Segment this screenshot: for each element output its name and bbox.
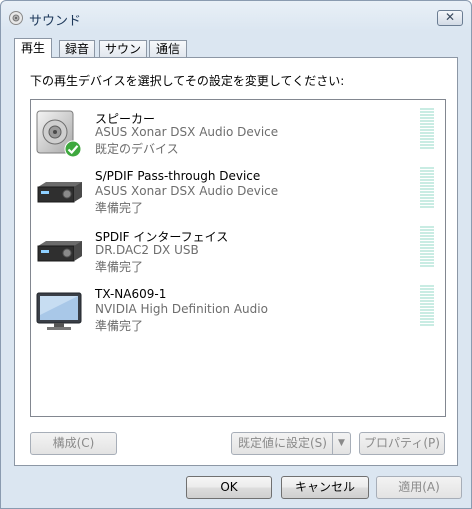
close-button[interactable]: ✕ [437,10,463,26]
tab-recording[interactable]: 録音 [59,40,95,57]
tab-sounds[interactable]: サウンド [99,40,147,72]
device-status: 準備完了 [95,201,144,215]
check-icon [64,140,82,158]
sound-icon [9,11,23,25]
playback-panel: 下の再生デバイスを選択してその設定を変更してください: スピーカー ASUS X… [14,57,458,466]
device-name: S/PDIF Pass-through Device [95,169,261,183]
receiver-icon [37,182,82,203]
volume-meter [420,108,434,150]
device-status: 既定のデバイス [95,142,179,156]
list-item[interactable]: TX-NA609-1 NVIDIA High Definition Audio … [31,281,445,339]
list-item[interactable]: S/PDIF Pass-through Device ASUS Xonar DS… [31,163,445,221]
sound-dialog: サウンド ✕ 再生 録音 サウンド 通信 下の再生デバイスを選択してその設定を変… [0,0,472,509]
list-item[interactable]: スピーカー ASUS Xonar DSX Audio Device 既定のデバイ… [31,104,445,162]
device-description: ASUS Xonar DSX Audio Device [95,184,279,198]
close-icon: ✕ [444,10,456,24]
instruction-text: 下の再生デバイスを選択してその設定を変更してください: [30,74,345,88]
device-list[interactable]: スピーカー ASUS Xonar DSX Audio Device 既定のデバイ… [30,99,446,417]
device-status: 準備完了 [95,319,144,333]
window-title: サウンド [29,14,82,29]
set-default-button[interactable]: 既定値に設定(S) ▼ [231,432,351,455]
cancel-button[interactable]: キャンセル [281,476,369,499]
device-description: NVIDIA High Definition Audio [95,302,268,316]
configure-button[interactable]: 構成(C) [30,432,117,455]
volume-meter [420,226,434,268]
monitor-icon [36,292,82,330]
device-name: TX-NA609-1 [95,287,167,301]
volume-meter [420,167,434,209]
properties-button[interactable]: プロパティ(P) [359,432,445,455]
tab-communications[interactable]: 通信 [149,40,187,57]
receiver-icon [37,241,82,262]
title-bar[interactable]: サウンド ✕ [1,1,471,33]
device-status: 準備完了 [95,260,144,274]
chevron-down-icon[interactable]: ▼ [332,433,350,454]
tab-playback[interactable]: 再生 [14,38,52,58]
apply-button[interactable]: 適用(A) [376,476,462,499]
ok-button[interactable]: OK [186,476,272,499]
volume-meter [420,285,434,327]
list-item[interactable]: SPDIF インターフェイス DR.DAC2 DX USB 準備完了 [31,222,445,280]
set-default-label: 既定値に設定(S) [238,436,327,450]
device-description: DR.DAC2 DX USB [95,243,199,257]
device-description: ASUS Xonar DSX Audio Device [95,125,279,139]
